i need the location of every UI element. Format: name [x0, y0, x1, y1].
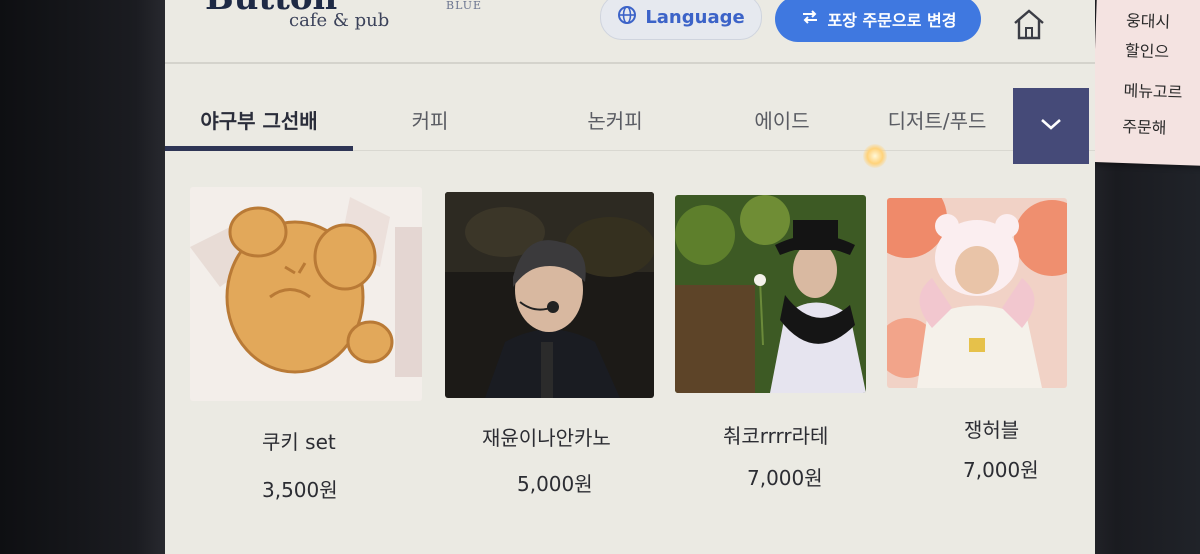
sticky-note: 웅대시 할인으 메뉴고르 주문해: [1091, 0, 1200, 167]
swap-icon: [800, 7, 820, 31]
home-icon: [1010, 5, 1048, 47]
chevron-down-icon: [1038, 116, 1064, 136]
product-price: 3,500원: [262, 478, 338, 502]
logo-subtitle: cafe & pub: [289, 10, 390, 31]
product-name: 재윤이나안카노: [482, 426, 611, 450]
product-image: [445, 192, 654, 398]
note-line: 주문해: [1121, 116, 1167, 138]
header-divider: [165, 62, 1095, 64]
product-image: [190, 187, 422, 401]
category-tabs: 야구부 그선배 커피 논커피 에이드 디저트/푸드: [165, 88, 1095, 152]
product-name: 쟁허블: [964, 418, 1020, 442]
globe-icon: [617, 5, 637, 30]
tab-baseball-club[interactable]: 야구부 그선배: [165, 88, 353, 150]
takeout-order-button[interactable]: 포장 주문으로 변경: [775, 0, 981, 42]
more-categories-button[interactable]: [1013, 88, 1089, 164]
product-image: [887, 198, 1067, 388]
note-line: 할인으: [1124, 41, 1170, 62]
product-price: 5,000원: [517, 472, 593, 496]
tab-label: 디저트/푸드: [887, 108, 987, 133]
kiosk-screen: Button BLUE cafe & pub Language 포장 주문으로 …: [165, 0, 1095, 554]
tab-ade[interactable]: 에이드: [717, 88, 847, 150]
product-price: 7,000원: [747, 466, 823, 490]
tab-label: 커피: [411, 108, 449, 133]
home-button[interactable]: [1007, 4, 1051, 48]
active-tab-indicator: [165, 146, 353, 151]
tab-dessert-food[interactable]: 디저트/푸드: [867, 88, 1007, 150]
language-label: Language: [645, 6, 745, 28]
tab-non-coffee[interactable]: 논커피: [550, 88, 680, 150]
product-image: [675, 195, 866, 393]
product-price: 7,000원: [963, 458, 1039, 482]
takeout-order-label: 포장 주문으로 변경: [827, 11, 957, 30]
tab-label: 에이드: [754, 108, 810, 133]
note-line: 메뉴고르: [1123, 80, 1183, 103]
product-name: 쿠키 set: [262, 430, 336, 454]
logo-brand-suffix: BLUE: [446, 0, 483, 12]
light-reflection: [863, 144, 887, 168]
tab-coffee[interactable]: 커피: [365, 88, 495, 150]
note-line: 웅대시: [1125, 11, 1171, 32]
tab-label: 야구부 그선배: [200, 108, 318, 133]
device-frame-left: [0, 0, 170, 554]
tab-label: 논커피: [587, 108, 643, 133]
product-name: 춰코rrrr라테: [723, 424, 829, 448]
language-button[interactable]: Language: [600, 0, 762, 40]
